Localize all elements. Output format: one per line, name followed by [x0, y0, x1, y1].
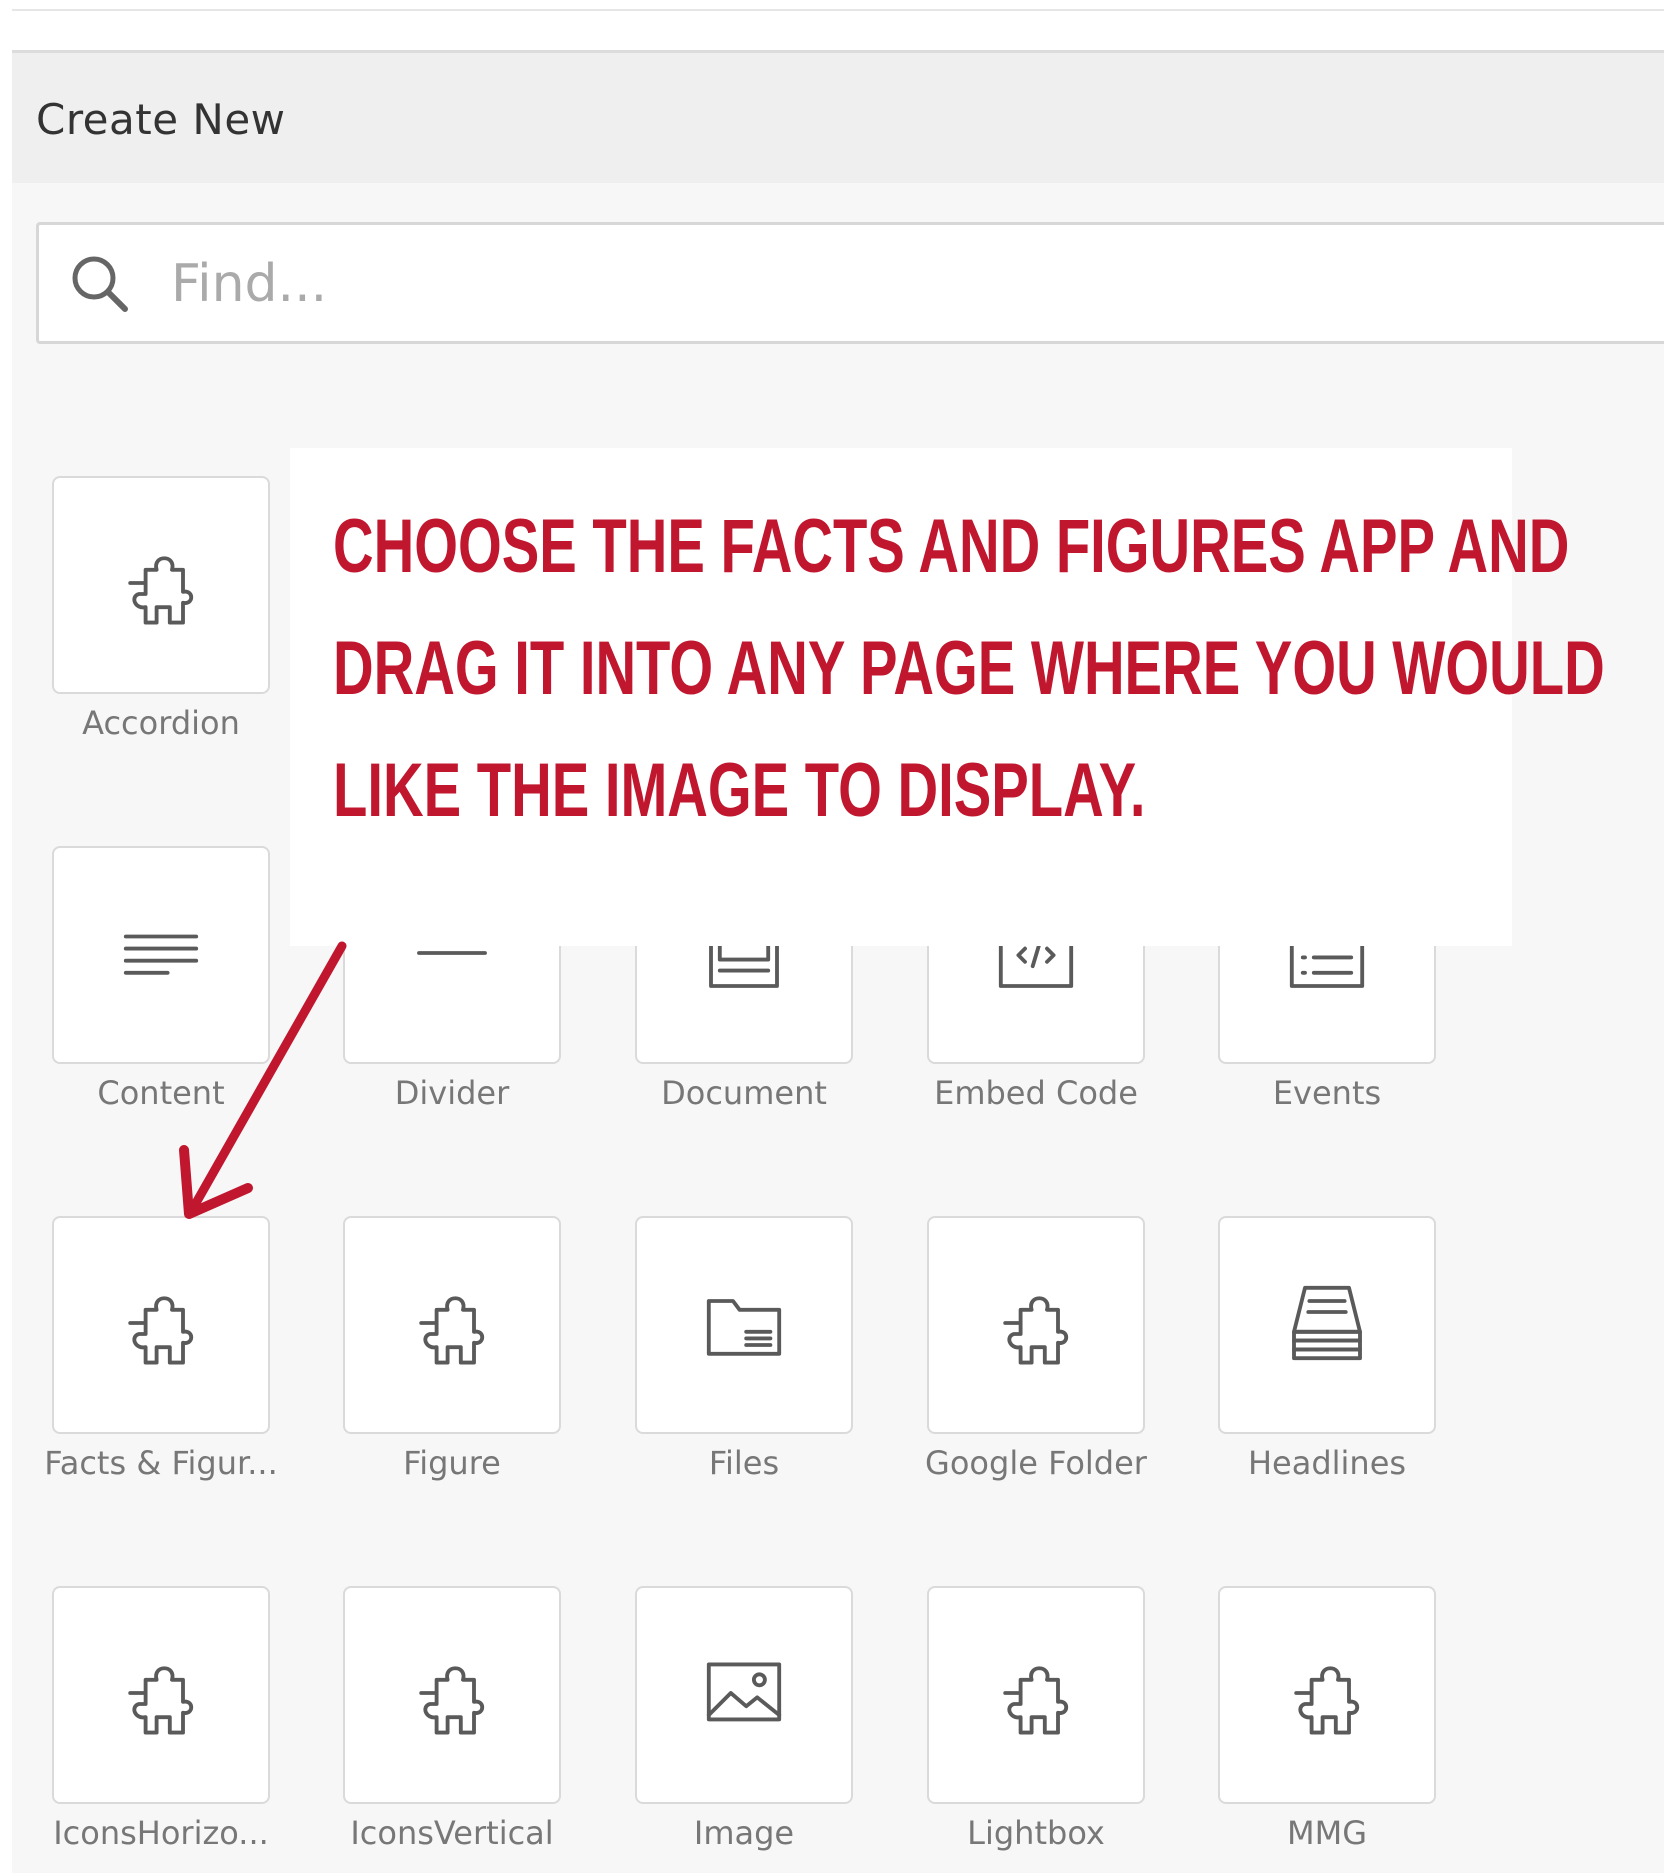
app-tile-label: MMG [1286, 1814, 1367, 1852]
puzzle-icon [106, 1638, 216, 1752]
callout-line: like the image to display. [333, 748, 1146, 833]
image-icon [689, 1638, 799, 1752]
top-strip [0, 0, 1664, 52]
app-tile-content[interactable] [52, 846, 270, 1064]
callout-line: Choose the Facts and Figures app and [333, 504, 1570, 589]
app-tile-label: Content [97, 1074, 225, 1112]
instruction-callout: Choose the Facts and Figures app and dra… [290, 448, 1605, 946]
app-tile-label: Accordion [82, 704, 240, 742]
app-tile-image[interactable] [635, 1586, 853, 1804]
app-tile-google-folder[interactable] [927, 1216, 1145, 1434]
app-tile-label: Figure [403, 1444, 501, 1482]
app-tile-label: IconsHorizo... [53, 1814, 269, 1852]
puzzle-icon [106, 1268, 216, 1382]
app-tile-label: IconsVertical [350, 1814, 554, 1852]
puzzle-icon [106, 528, 216, 642]
app-tile-label: Google Folder [925, 1444, 1147, 1482]
puzzle-icon [1272, 1638, 1382, 1752]
search-box[interactable] [36, 222, 1664, 344]
search-input[interactable] [169, 245, 1573, 323]
app-tile-label: Document [661, 1074, 827, 1112]
app-tile-label: Headlines [1247, 1444, 1407, 1482]
text-lines-icon [106, 898, 216, 1012]
app-tile-label: Lightbox [967, 1814, 1105, 1852]
puzzle-icon [397, 1638, 507, 1752]
panel-header: Create New [12, 53, 1664, 183]
app-tile-label: Events [1272, 1074, 1382, 1112]
app-tile-label: Files [708, 1444, 780, 1482]
puzzle-icon [981, 1268, 1091, 1382]
app-tile-label: Facts & Figur... [44, 1444, 278, 1482]
folder-icon [689, 1268, 799, 1382]
app-tile-label: Embed Code [934, 1074, 1138, 1112]
app-tile-iconshorizo[interactable] [52, 1586, 270, 1804]
callout-text: Choose the Facts and Figures app and dra… [333, 486, 1605, 852]
app-tile-lightbox[interactable] [927, 1586, 1145, 1804]
panel-title: Create New [36, 95, 286, 144]
app-tile-label: Image [693, 1814, 795, 1852]
app-tile-accordion[interactable] [52, 476, 270, 694]
app-tile-mmg[interactable] [1218, 1586, 1436, 1804]
app-tile-iconsvertical[interactable] [343, 1586, 561, 1804]
top-divider [12, 9, 1664, 11]
app-tile-files[interactable] [635, 1216, 853, 1434]
app-tile-label: Divider [394, 1074, 510, 1112]
app-tile-facts-figur[interactable] [52, 1216, 270, 1434]
puzzle-icon [981, 1638, 1091, 1752]
puzzle-icon [397, 1268, 507, 1382]
stack-icon [1272, 1268, 1382, 1382]
app-tile-headlines[interactable] [1218, 1216, 1436, 1434]
callout-line: drag it into any page where you would [333, 626, 1605, 711]
search-icon [72, 256, 128, 312]
app-tile-figure[interactable] [343, 1216, 561, 1434]
